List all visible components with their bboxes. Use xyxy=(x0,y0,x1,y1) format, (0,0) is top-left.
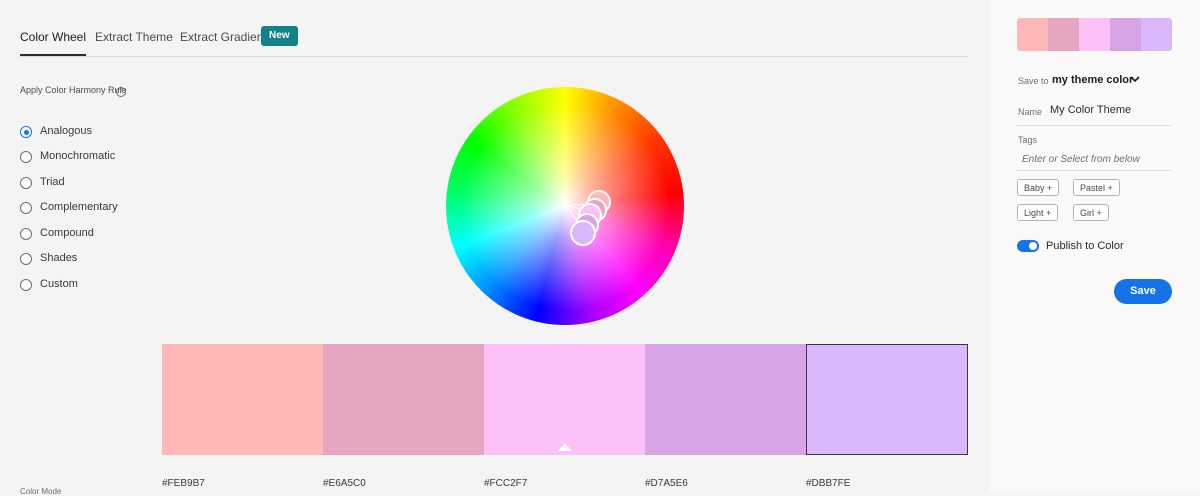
theme-preview-strip xyxy=(1017,18,1172,51)
tag-label: Light xyxy=(1024,208,1044,218)
rule-label: Shades xyxy=(40,252,78,264)
rule-label: Analogous xyxy=(40,125,92,137)
swatch[interactable] xyxy=(645,344,806,455)
preview-swatch xyxy=(1017,18,1048,51)
tag-girl[interactable]: Girl + xyxy=(1073,204,1109,221)
rule-monochromatic[interactable]: Monochromatic xyxy=(20,150,170,166)
hex-value[interactable]: #D7A5E6 xyxy=(645,478,688,489)
name-label: Name xyxy=(1018,107,1043,117)
preview-swatch xyxy=(1048,18,1079,51)
plus-icon: + xyxy=(1046,208,1052,218)
publish-toggle[interactable] xyxy=(1017,240,1039,252)
wheel-handle-5[interactable] xyxy=(570,220,596,246)
radio-icon[interactable] xyxy=(20,151,32,163)
tag-label: Girl xyxy=(1080,208,1094,218)
publish-label: Publish to Color xyxy=(1046,240,1124,252)
rule-shades[interactable]: Shades xyxy=(20,252,170,268)
new-badge: New xyxy=(261,26,298,46)
swatch[interactable] xyxy=(484,344,645,455)
rule-custom[interactable]: Custom xyxy=(20,278,170,294)
swatch-selected[interactable] xyxy=(806,344,968,455)
theme-name-input[interactable]: My Color Theme xyxy=(1050,104,1170,116)
preview-swatch xyxy=(1141,18,1172,51)
tags-input[interactable]: Enter or Select from below xyxy=(1022,154,1140,165)
rule-label: Monochromatic xyxy=(40,150,116,162)
rule-label: Complementary xyxy=(40,201,118,213)
radio-checked-icon[interactable] xyxy=(20,126,32,138)
tag-label: Pastel xyxy=(1080,183,1106,193)
plus-icon: + xyxy=(1096,208,1102,218)
radio-icon[interactable] xyxy=(20,253,32,265)
divider xyxy=(1017,125,1172,126)
rule-label: Custom xyxy=(40,278,78,290)
plus-icon: + xyxy=(1107,183,1113,193)
radio-icon[interactable] xyxy=(20,228,32,240)
base-color-marker-icon xyxy=(558,443,572,451)
tags-label: Tags xyxy=(1018,135,1038,145)
divider xyxy=(1017,170,1172,171)
rule-complementary[interactable]: Complementary xyxy=(20,201,170,217)
preview-swatch xyxy=(1110,18,1141,51)
chevron-down-icon[interactable] xyxy=(1130,74,1140,84)
theme-swatches xyxy=(162,344,968,455)
swatch[interactable] xyxy=(323,344,484,455)
swatch[interactable] xyxy=(162,344,323,455)
rule-label: Compound xyxy=(40,227,94,239)
rule-triad[interactable]: Triad xyxy=(20,176,170,192)
color-mode-label: Color Mode xyxy=(20,487,62,496)
rule-compound[interactable]: Compound xyxy=(20,227,170,243)
tag-pastel[interactable]: Pastel + xyxy=(1073,179,1120,196)
rule-label: Triad xyxy=(40,176,65,188)
tag-light[interactable]: Light + xyxy=(1017,204,1059,221)
tab-color-wheel[interactable]: Color Wheel xyxy=(20,30,87,56)
library-dropdown[interactable]: my theme color xyxy=(1052,74,1133,86)
radio-icon[interactable] xyxy=(20,177,32,189)
hex-value[interactable]: #E6A5C0 xyxy=(323,478,366,489)
help-icon[interactable]: ? xyxy=(116,87,126,97)
plus-icon: + xyxy=(1047,183,1053,193)
tab-extract-gradient[interactable]: Extract Gradient xyxy=(180,30,267,44)
save-button[interactable]: Save xyxy=(1114,279,1172,304)
radio-icon[interactable] xyxy=(20,202,32,214)
preview-swatch xyxy=(1079,18,1110,51)
tab-extract-theme[interactable]: Extract Theme xyxy=(95,30,173,44)
tag-label: Baby xyxy=(1024,183,1045,193)
color-wheel[interactable] xyxy=(446,87,684,325)
save-to-label: Save to xyxy=(1018,76,1049,86)
hex-value[interactable]: #DBB7FE xyxy=(806,478,850,489)
rule-analogous[interactable]: Analogous xyxy=(20,125,170,141)
tag-baby[interactable]: Baby + xyxy=(1017,179,1060,196)
radio-icon[interactable] xyxy=(20,279,32,291)
hex-value[interactable]: #FCC2F7 xyxy=(484,478,527,489)
hex-value[interactable]: #FEB9B7 xyxy=(162,478,205,489)
mode-tabs: Color Wheel Extract Theme Extract Gradie… xyxy=(20,26,968,57)
